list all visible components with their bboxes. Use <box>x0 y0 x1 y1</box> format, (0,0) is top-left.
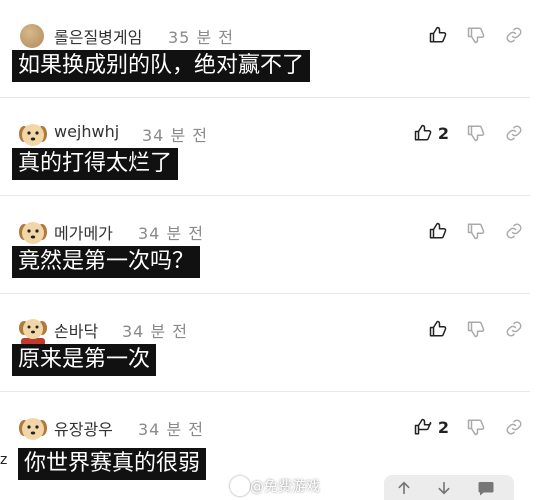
comment-item: 메가메가 34 분 전 竟然是第一次吗？ <box>0 196 543 294</box>
comment-username[interactable]: 유장광우 <box>54 416 113 440</box>
scroll-up-button[interactable] <box>394 478 414 498</box>
thumbs-down-icon <box>467 223 485 240</box>
share-button[interactable] <box>503 24 525 46</box>
comment-actions <box>411 24 525 46</box>
avatar[interactable] <box>18 120 48 150</box>
thumbs-up-icon <box>429 26 447 43</box>
comment-username[interactable]: 손바닥 <box>54 318 98 342</box>
avatar[interactable] <box>20 24 44 48</box>
thumbs-down-icon <box>467 125 485 142</box>
comment-time: 34 분 전 <box>138 420 204 439</box>
link-icon <box>506 419 522 435</box>
watermark: @免费游戏 <box>250 479 320 495</box>
comment-item: 롤은질병게임 35 분 전 如果换成别的队，绝对赢不了 <box>0 0 543 98</box>
puppy-avatar-icon <box>19 418 47 440</box>
like-button[interactable]: 2 <box>414 416 449 438</box>
thumbs-up-icon <box>414 124 432 141</box>
comment-actions <box>411 318 525 340</box>
thumbs-up-icon <box>429 320 447 337</box>
comment-text: 你世界赛真的很弱 <box>18 448 207 480</box>
share-button[interactable] <box>503 318 525 340</box>
arrow-up-icon <box>398 481 410 495</box>
dislike-button[interactable] <box>465 122 487 144</box>
comment-text: 竟然是第一次吗？ <box>12 246 201 278</box>
thumbs-up-icon <box>414 418 432 435</box>
dislike-button[interactable] <box>465 416 487 438</box>
like-button[interactable] <box>427 318 449 340</box>
comment-text: 如果换成别的队，绝对赢不了 <box>12 50 311 82</box>
comment-time: 34 분 전 <box>122 322 188 341</box>
comment-actions: 2 <box>398 416 525 438</box>
share-button[interactable] <box>503 220 525 242</box>
comment-username[interactable]: 메가메가 <box>54 220 113 244</box>
dislike-button[interactable] <box>465 318 487 340</box>
avatar[interactable] <box>18 218 48 248</box>
arrow-down-icon <box>438 481 450 495</box>
comment-item: 손바닥 34 분 전 原来是第一次 <box>0 294 543 392</box>
share-button[interactable] <box>503 416 525 438</box>
comment-username[interactable]: 롤은질병게임 <box>54 24 142 48</box>
puppy-avatar-icon <box>19 222 47 244</box>
thumbs-up-icon <box>429 222 447 239</box>
comment-actions: 2 <box>398 122 525 144</box>
like-count: 2 <box>437 123 449 143</box>
like-button[interactable] <box>427 220 449 242</box>
reply-button[interactable] <box>476 478 496 498</box>
comment-text: 真的打得太烂了 <box>12 148 179 180</box>
dislike-button[interactable] <box>465 220 487 242</box>
puppy-avatar-icon <box>19 319 47 346</box>
comment-time: 34 분 전 <box>138 224 204 243</box>
thumbs-down-icon <box>467 321 485 338</box>
scroll-down-button[interactable] <box>434 478 454 498</box>
stray-character: z <box>0 452 8 468</box>
thumbs-down-icon <box>467 419 485 436</box>
link-icon <box>506 223 522 239</box>
weibo-logo-icon <box>230 476 250 496</box>
comment-item: wejhwhj 34 분 전 2 真的打得太烂了 <box>0 98 543 196</box>
puppy-avatar-icon <box>19 124 47 146</box>
comment-username[interactable]: wejhwhj <box>54 122 119 141</box>
link-icon <box>506 321 522 337</box>
avatar[interactable] <box>18 414 48 444</box>
like-button[interactable] <box>427 24 449 46</box>
comment-time: 35 분 전 <box>168 28 234 47</box>
dislike-button[interactable] <box>465 24 487 46</box>
share-button[interactable] <box>503 122 525 144</box>
thumbs-down-icon <box>467 27 485 44</box>
like-button[interactable]: 2 <box>414 122 449 144</box>
chat-bubble-icon <box>478 482 494 496</box>
link-icon <box>506 125 522 141</box>
floating-toolbar <box>384 475 514 500</box>
comment-time: 34 분 전 <box>142 126 208 145</box>
like-count: 2 <box>437 417 449 437</box>
comment-text: 原来是第一次 <box>12 344 157 376</box>
comment-actions <box>411 220 525 242</box>
link-icon <box>506 27 522 43</box>
avatar[interactable] <box>18 316 48 346</box>
